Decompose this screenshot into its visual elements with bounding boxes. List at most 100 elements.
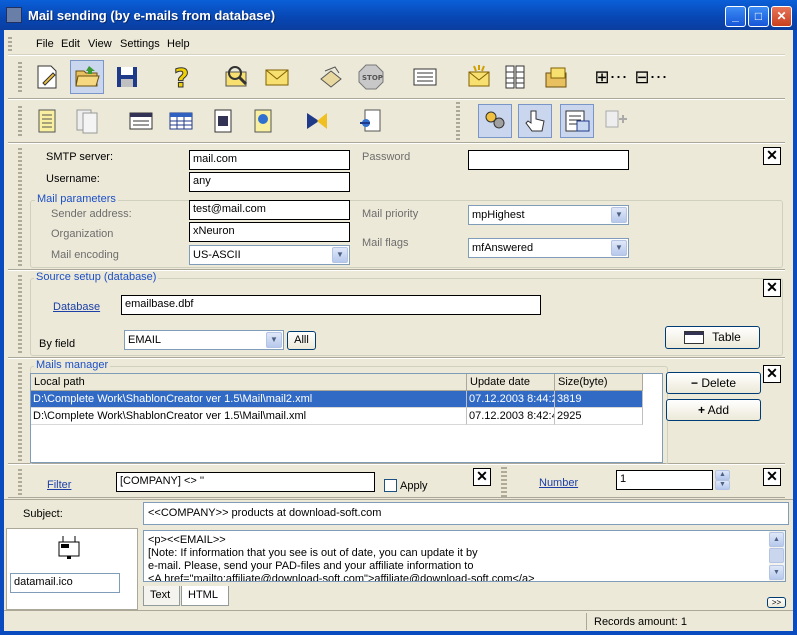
merge-icon[interactable] [300, 104, 334, 138]
chevron-down-icon[interactable]: ▼ [611, 240, 627, 256]
web-page-icon[interactable] [246, 104, 280, 138]
toolbar-grip [18, 62, 22, 94]
column-header-size[interactable]: Size(byte) [555, 374, 643, 391]
close-panel-button[interactable]: ✕ [763, 279, 781, 297]
expand-icon[interactable]: ⊞⋯ [594, 60, 628, 94]
close-panel-button[interactable]: ✕ [763, 147, 781, 165]
hand-pointer-icon[interactable] [518, 104, 552, 138]
close-button[interactable]: ✕ [771, 6, 792, 27]
all-button[interactable]: Alll [287, 331, 316, 350]
minimize-button[interactable]: _ [725, 6, 746, 27]
more-button[interactable]: >> [767, 597, 786, 608]
grid-icon[interactable] [164, 104, 198, 138]
collapse-icon[interactable]: ⊟⋯ [634, 60, 668, 94]
chevron-down-icon[interactable]: ▼ [611, 207, 627, 223]
body-line: <p><<EMAIL>> [148, 534, 226, 546]
close-filter-button[interactable]: ✕ [473, 468, 491, 486]
subject-input[interactable]: <<COMPANY>> products at download-soft.co… [143, 502, 789, 525]
new-document-icon[interactable] [30, 60, 64, 94]
window-title: Mail sending (by e-mails from database) [28, 8, 276, 23]
table-row[interactable]: D:\Complete Work\ShablonCreator ver 1.5\… [31, 391, 643, 408]
mail-priority-select[interactable]: mpHighest ▼ [468, 205, 629, 225]
body-textarea[interactable]: <p><<EMAIL>> [Note: If information that … [143, 530, 786, 582]
delete-button[interactable]: − Delete [666, 372, 761, 394]
organization-input[interactable]: xNeuron [189, 222, 350, 242]
window-icon[interactable] [124, 104, 158, 138]
table-list-icon[interactable] [498, 60, 532, 94]
mail-encoding-select[interactable]: US-ASCII ▼ [189, 245, 350, 265]
scroll-up-icon[interactable]: ▲ [769, 532, 784, 547]
plus-icon: + [697, 403, 705, 417]
by-field-select[interactable]: EMAIL ▼ [124, 330, 284, 350]
close-number-button[interactable]: ✕ [763, 468, 781, 486]
form-icon[interactable] [408, 60, 442, 94]
open-folder-icon[interactable] [70, 60, 104, 94]
filter-link[interactable]: Filter [47, 479, 71, 491]
spin-up-icon[interactable]: ▲ [715, 470, 730, 480]
users-icon[interactable] [478, 104, 512, 138]
send-mail-icon[interactable] [314, 60, 348, 94]
edit-mail-icon[interactable] [220, 60, 254, 94]
close-panel-button[interactable]: ✕ [763, 365, 781, 383]
username-input[interactable]: any [189, 172, 350, 192]
form-fill-icon[interactable] [560, 104, 594, 138]
icon-file-input[interactable]: datamail.ico [10, 573, 120, 593]
scroll-thumb[interactable] [769, 548, 784, 563]
panel-grip [18, 275, 22, 355]
svg-text:STOP: STOP [362, 74, 383, 82]
svg-text:?: ? [174, 64, 189, 91]
menu-settings[interactable]: Settings [120, 38, 160, 50]
mail-flags-select[interactable]: mfAnswered ▼ [468, 238, 629, 258]
page-icon[interactable] [30, 104, 64, 138]
table-button[interactable]: Table [665, 326, 760, 349]
attach-icon[interactable] [354, 104, 388, 138]
table-row[interactable]: D:\Complete Work\ShablonCreator ver 1.5\… [31, 408, 643, 425]
mails-table[interactable]: Local path Update date Size(byte) D:\Com… [30, 373, 663, 463]
mail-flags-value: mfAnswered [472, 242, 534, 254]
mail-icon [55, 533, 83, 561]
scroll-down-icon[interactable]: ▼ [769, 565, 784, 580]
tab-text[interactable]: Text [143, 586, 180, 606]
apply-checkbox[interactable] [384, 479, 397, 492]
mail-priority-value: mpHighest [472, 209, 525, 221]
menu-file[interactable]: File [36, 38, 54, 50]
help-question-icon[interactable]: ? [166, 60, 200, 94]
chevron-down-icon[interactable]: ▼ [266, 332, 282, 348]
filter-bar: Filter [COMPANY] <> '' Apply ✕ Number 1 … [8, 464, 785, 498]
add-button[interactable]: + Add [666, 399, 761, 421]
window-frame-right [793, 30, 797, 635]
pda-icon[interactable] [206, 104, 240, 138]
database-link[interactable]: Database [53, 301, 100, 313]
body-scrollbar[interactable]: ▲ ▼ [769, 531, 785, 581]
mail-parameters-title: Mail parameters [35, 193, 118, 205]
window-frame-bottom [0, 631, 797, 635]
column-header-local-path[interactable]: Local path [31, 374, 467, 391]
database-input[interactable]: emailbase.dbf [121, 295, 541, 315]
number-link[interactable]: Number [539, 477, 578, 489]
cell-size: 3819 [555, 391, 643, 408]
envelope-icon[interactable] [260, 60, 294, 94]
stop-icon[interactable]: STOP [354, 60, 388, 94]
cell-local-path: D:\Complete Work\ShablonCreator ver 1.5\… [31, 391, 467, 408]
panel-grip [18, 148, 22, 266]
menu-help[interactable]: Help [167, 38, 190, 50]
link-icon[interactable] [600, 104, 634, 138]
number-input[interactable]: 1 [616, 470, 713, 490]
menu-edit[interactable]: Edit [61, 38, 80, 50]
tab-html[interactable]: HTML [181, 586, 229, 606]
spin-down-icon[interactable]: ▼ [715, 480, 730, 490]
sender-address-input[interactable]: test@mail.com [189, 200, 350, 220]
password-input[interactable] [468, 150, 629, 170]
column-header-update-date[interactable]: Update date [467, 374, 555, 391]
menu-view[interactable]: View [88, 38, 112, 50]
save-disk-icon[interactable] [110, 60, 144, 94]
maximize-button[interactable]: □ [748, 6, 769, 27]
source-title: Source setup (database) [34, 271, 159, 283]
smtp-server-input[interactable]: mail.com [189, 150, 350, 170]
status-divider [586, 613, 587, 630]
new-mail-icon[interactable] [462, 60, 496, 94]
mail-folder-icon[interactable] [540, 60, 574, 94]
chevron-down-icon[interactable]: ▼ [332, 247, 348, 263]
filter-input[interactable]: [COMPANY] <> '' [116, 472, 375, 492]
pages-icon[interactable] [70, 104, 104, 138]
